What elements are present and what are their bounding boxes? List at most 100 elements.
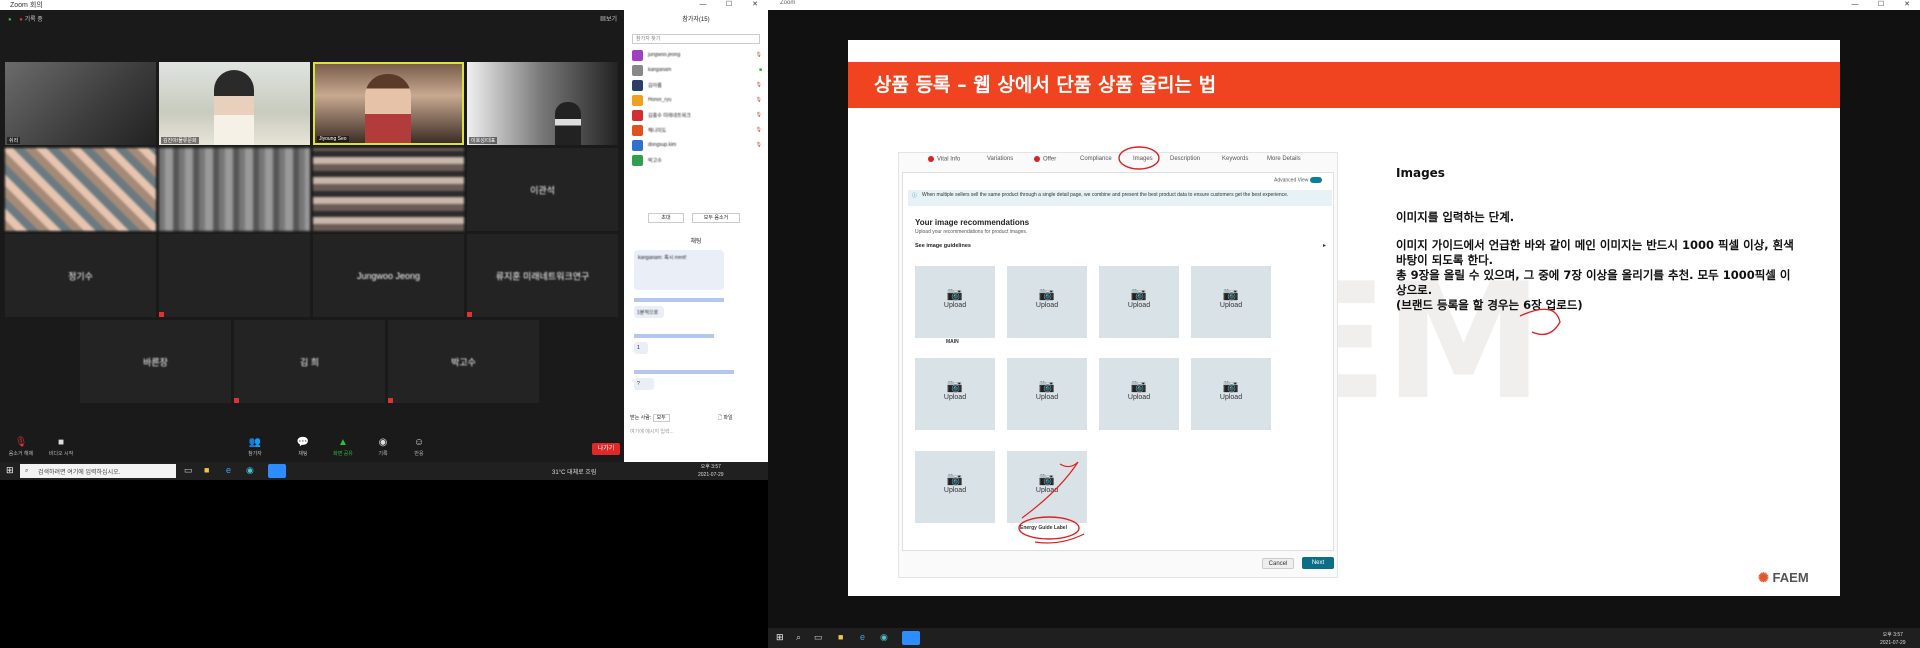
tab-compliance[interactable]: Compliance <box>1080 156 1112 162</box>
task-view-icon[interactable]: ▭ <box>184 465 193 476</box>
upload-slot[interactable]: 📷 Upload <box>1007 266 1087 338</box>
participant-tile[interactable]: Jungwoo Jeong <box>313 234 464 317</box>
file-button[interactable]: 🗋 파일 <box>718 414 733 423</box>
minimize-button[interactable]: — <box>1842 0 1868 10</box>
next-button[interactable]: Next <box>1302 557 1334 569</box>
record-dot-icon: ● <box>19 17 23 23</box>
edge-icon[interactable]: e <box>860 632 865 642</box>
participant-row[interactable]: 혜나미도 🎙 <box>632 123 762 137</box>
right-window-titlebar: Zoom — ☐ ✕ <box>768 0 1920 10</box>
weather-widget[interactable]: 31°C 대체로 흐림 <box>552 467 596 476</box>
minimize-button[interactable]: — <box>690 0 716 10</box>
participant-tile[interactable] <box>5 148 156 231</box>
participant-row[interactable]: dongsup.kim 🎙 <box>632 138 762 152</box>
participant-name: 김흥수 미래네트워크 <box>648 112 691 119</box>
participant-row[interactable]: 김아름 🎙 <box>632 78 762 92</box>
participant-tile[interactable]: 김 희 <box>234 320 385 403</box>
maximize-button[interactable]: ☐ <box>716 0 742 10</box>
participant-tile[interactable] <box>159 234 310 317</box>
muted-mic-icon: 🎙 <box>755 82 762 88</box>
upload-slot[interactable]: 📷 Upload <box>1099 358 1179 430</box>
maximize-button[interactable]: ☐ <box>1868 0 1894 10</box>
chat-sender <box>634 334 714 338</box>
advanced-view-toggle[interactable]: Advanced View <box>1274 177 1322 183</box>
start-video-button[interactable]: ■ 비디오 시작 <box>44 436 78 457</box>
tab-images[interactable]: Images <box>1133 156 1153 162</box>
tab-variations[interactable]: Variations <box>987 156 1013 162</box>
edge-icon[interactable]: e <box>226 465 231 475</box>
view-button[interactable]: ▦보기 <box>600 14 617 23</box>
participant-tile[interactable] <box>313 148 464 231</box>
tab-more-details[interactable]: More Details <box>1267 156 1301 162</box>
upload-slot-energy-guide[interactable]: 📷 Upload <box>1007 451 1087 523</box>
upload-slot[interactable]: 📷 Upload <box>915 451 995 523</box>
leave-button[interactable]: 나가기 <box>592 443 620 455</box>
reactions-button[interactable]: ☺ 반응 <box>402 436 436 457</box>
share-screen-button[interactable]: ▲ 화면 공유 <box>326 436 360 457</box>
participant-tile[interactable]: 김진아/물류문화 <box>159 62 310 145</box>
tab-vital-info[interactable]: Vital Info <box>928 156 960 163</box>
file-explorer-icon[interactable]: ■ <box>204 465 209 475</box>
taskbar-search-input[interactable]: ⌕ 검색하려면 여기에 입력하십시오. <box>20 464 176 478</box>
chat-bubble: 1분적으로 <box>634 306 664 318</box>
file-explorer-icon[interactable]: ■ <box>838 632 843 642</box>
participant-tile[interactable]: 이호성/대표 <box>467 62 618 145</box>
chat-input[interactable]: 여기에 메시지 입력... <box>630 428 762 435</box>
upload-slot[interactable]: 📷 Upload <box>915 358 995 430</box>
participant-name: 김진아/물류문화 <box>161 137 199 144</box>
tab-offer[interactable]: Offer <box>1034 156 1056 163</box>
unmute-button[interactable]: 🎙 음소거 해제 <box>4 436 38 457</box>
zoom-app-icon[interactable] <box>268 464 286 478</box>
search-icon[interactable]: ⌕ <box>796 632 801 643</box>
participant-tile[interactable]: 쉬리 <box>5 62 156 145</box>
participant-row[interactable]: kanganam ■ <box>632 63 762 77</box>
participants-button[interactable]: 👥 참가자 <box>238 436 272 457</box>
record-button[interactable]: ◉ 기록 <box>366 436 400 457</box>
energy-guide-label: Energy Guide Label <box>1020 525 1067 531</box>
participant-search-input[interactable]: 참가자 찾기 <box>632 34 760 44</box>
clock[interactable]: 오후 3:57 2021-07-29 <box>1880 631 1906 647</box>
participant-tile[interactable]: 박고수 <box>388 320 539 403</box>
muted-mic-icon: 🎙 <box>755 52 762 58</box>
participant-tile[interactable]: 정기수 <box>5 234 156 317</box>
participant-name: 혜나미도 <box>648 127 667 134</box>
recipient-select[interactable]: 모두 <box>652 414 670 422</box>
close-button[interactable]: ✕ <box>1894 0 1920 10</box>
participant-row[interactable]: Honor_ryu 🎙 <box>632 93 762 107</box>
browser-icon[interactable]: ◉ <box>880 632 888 643</box>
avatar <box>632 124 643 136</box>
image-guidelines-link[interactable]: See image guidelines <box>915 243 971 249</box>
camera-icon: 📷 <box>1038 471 1056 486</box>
participant-row[interactable]: 김흥수 미래네트워크 🎙 <box>632 108 762 122</box>
tab-description[interactable]: Description <box>1170 156 1200 162</box>
participant-tile[interactable] <box>159 148 310 231</box>
active-speaker-tile[interactable]: Jiyoung Seo <box>313 62 464 145</box>
mute-all-button[interactable]: 모두 음소거 <box>692 213 740 223</box>
participant-tile[interactable]: 바른장 <box>80 320 231 403</box>
tab-keywords[interactable]: Keywords <box>1222 156 1248 162</box>
browser-icon[interactable]: ◉ <box>246 465 254 476</box>
participant-row[interactable]: 박고수 <box>632 153 762 167</box>
chevron-right-icon[interactable]: ▸ <box>1323 242 1326 249</box>
upload-slot[interactable]: 📷 Upload <box>1191 266 1271 338</box>
clock[interactable]: 오후 3:57 2021-07-29 <box>698 463 724 479</box>
cancel-button[interactable]: Cancel <box>1262 558 1294 569</box>
upload-slot[interactable]: 📷 Upload <box>1191 358 1271 430</box>
invite-button[interactable]: 초대 <box>648 213 684 223</box>
windows-start-icon[interactable]: ⊞ <box>776 632 784 643</box>
upload-slot[interactable]: 📷 Upload <box>1099 266 1179 338</box>
task-view-icon[interactable]: ▭ <box>814 632 823 643</box>
right-window-title: Zoom <box>780 0 796 6</box>
windows-start-icon[interactable]: ⊞ <box>6 465 14 476</box>
close-button[interactable]: ✕ <box>742 0 768 10</box>
participant-tile[interactable]: 류지훈 미래네트워크연구 <box>467 234 618 317</box>
participant-name: 김아름 <box>648 82 662 89</box>
chat-button[interactable]: 💬 채팅 <box>286 436 320 457</box>
participant-tile[interactable]: 이관석 <box>467 148 618 231</box>
toggle-switch[interactable] <box>1309 177 1322 183</box>
zoom-app-icon[interactable] <box>902 631 920 645</box>
upload-slot[interactable]: 📷 Upload <box>1007 358 1087 430</box>
participant-name: 이호성/대표 <box>469 137 498 144</box>
participant-row[interactable]: jungwoo.jeong 🎙 <box>632 48 762 62</box>
upload-slot-main[interactable]: 📷 Upload <box>915 266 995 338</box>
